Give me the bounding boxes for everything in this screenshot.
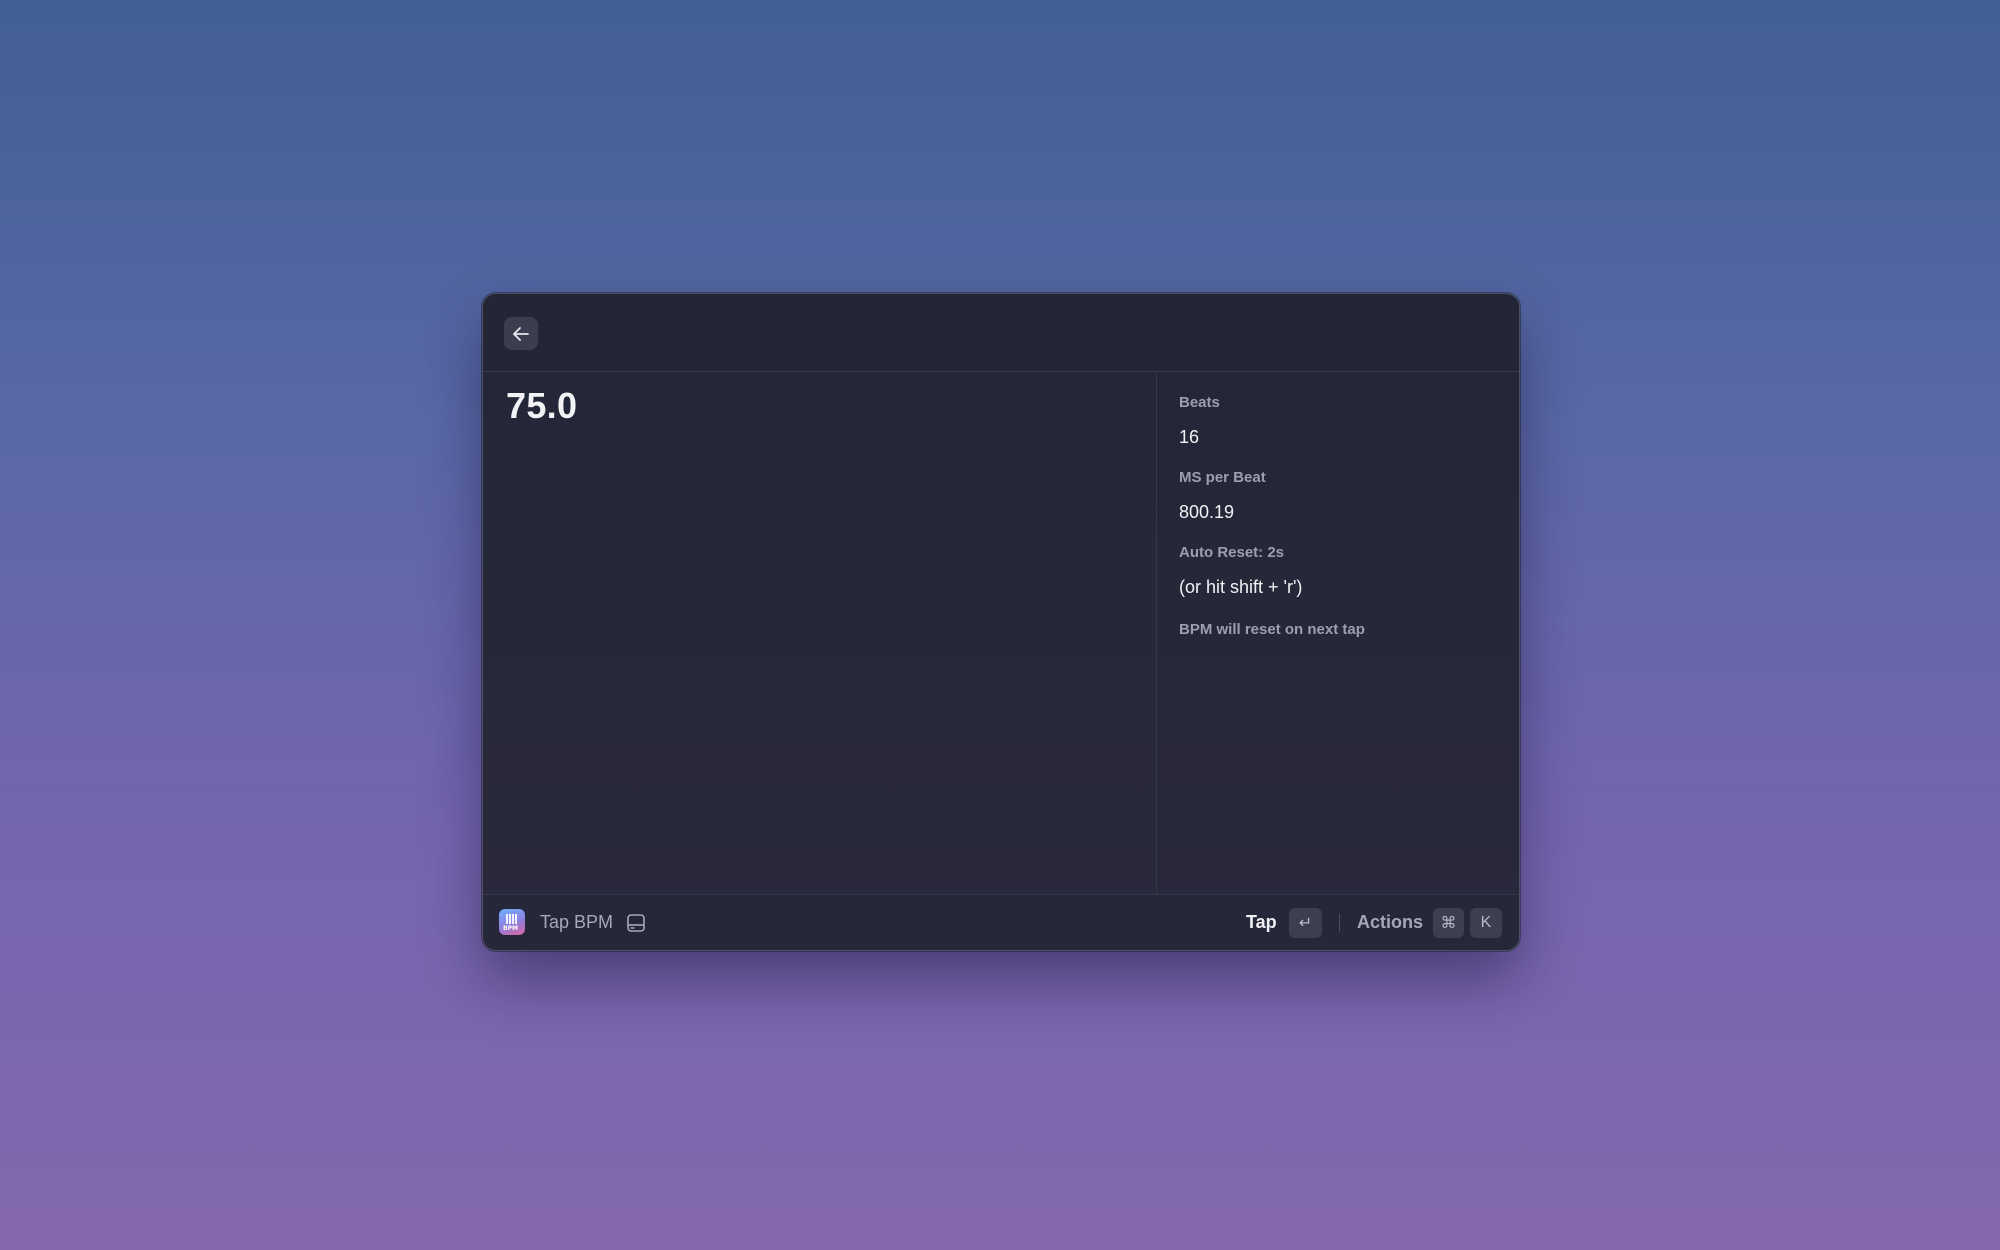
- tap-bpm-app-icon: BPM: [499, 909, 525, 935]
- actions-button[interactable]: Actions: [1357, 912, 1423, 933]
- enter-key-hint: ↵: [1289, 908, 1322, 938]
- footer-separator: [1339, 914, 1340, 932]
- panel-divider: [1156, 372, 1157, 894]
- main-panel: 75.0: [483, 372, 1156, 894]
- reset-note: BPM will reset on next tap: [1179, 621, 1365, 638]
- beats-value: 16: [1179, 427, 1200, 447]
- bpm-value: 75.0: [506, 385, 578, 426]
- app-icon-text: BPM: [503, 925, 518, 932]
- ms-per-beat-value: 800.19: [1179, 502, 1235, 522]
- action-bar: BPM Tap BPM Tap ↵ Actions ⌘ K: [483, 894, 1519, 950]
- auto-reset-label: Auto Reset: 2s: [1179, 544, 1285, 561]
- detail-metadata: Beats 16 MS per Beat 800.19 Auto Reset: …: [1179, 372, 1499, 894]
- top-bar: [483, 294, 1519, 372]
- app-name: Tap BPM: [540, 912, 614, 932]
- ms-per-beat-label: MS per Beat: [1179, 469, 1266, 486]
- beats-label: Beats: [1179, 394, 1220, 411]
- command-key-hint: ⌘: [1433, 908, 1464, 938]
- arrow-left-icon: [513, 326, 529, 341]
- k-key-hint: K: [1470, 908, 1502, 938]
- tap-action-button[interactable]: Tap: [1246, 912, 1277, 933]
- auto-reset-hint: (or hit shift + 'r'): [1179, 577, 1303, 597]
- tap-bpm-window: 75.0 Beats 16 MS per Beat 800.19 Auto Re…: [482, 293, 1520, 951]
- back-button[interactable]: [504, 317, 538, 350]
- panel-toggle-icon[interactable]: [625, 912, 647, 934]
